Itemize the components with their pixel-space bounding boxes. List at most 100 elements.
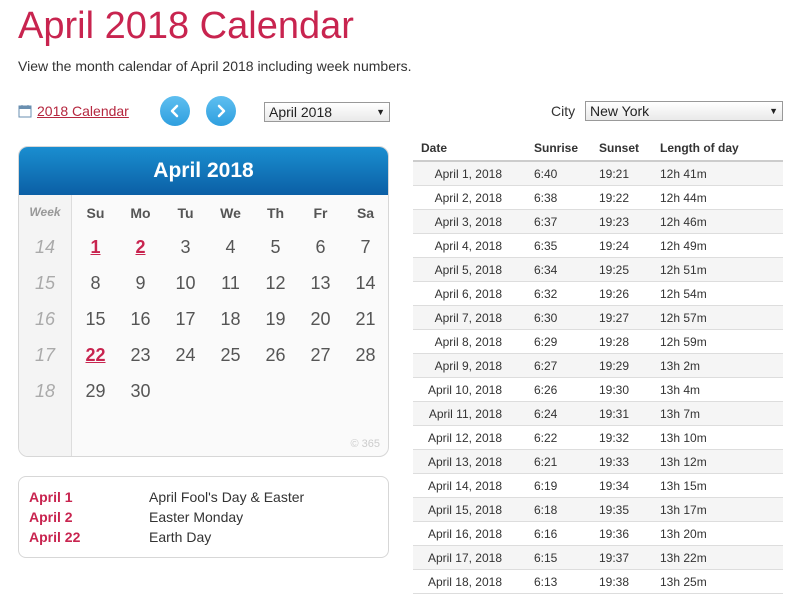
table-row: April 15, 2018 6:18 19:35 13h 17m [413,497,783,522]
day-length-cell: 13h 7m [652,401,783,426]
date-cell: April 5, 2018 [413,257,526,282]
holiday-item: April 2 Easter Monday [29,509,243,525]
year-calendar-link[interactable]: 2018 Calendar [37,103,129,119]
table-row: April 7, 2018 6:30 19:27 12h 57m [413,305,783,330]
table-header-row: Date Sunrise Sunset Length of day [413,136,783,162]
day-cell: 24 [175,345,196,365]
table-row: April 3, 2018 6:37 19:23 12h 46m [413,209,783,234]
day-cell: 16 [130,309,151,329]
sunset-cell: 19:25 [591,257,652,282]
weekday-header: Su [86,205,105,221]
day-length-cell: 13h 15m [652,473,783,498]
sunrise-cell: 6:21 [526,449,591,474]
day-cell: 14 [355,273,376,293]
holiday-name: Easter Monday [149,509,244,525]
day-cell: 6 [315,237,326,257]
day-length-cell: 12h 51m [652,257,783,282]
column-header-sunset: Sunset [591,136,652,162]
date-cell: April 1, 2018 [413,161,526,186]
day-length-cell: 12h 41m [652,161,783,186]
calendar-title: April 2018 [19,147,388,195]
sunset-cell: 19:30 [591,377,652,402]
day-cell: 29 [85,381,106,401]
day-cell: 30 [130,381,151,401]
date-cell: April 2, 2018 [413,185,526,210]
day-cell: 21 [355,309,376,329]
week-header: Week [29,205,61,219]
day-length-cell: 12h 44m [652,185,783,210]
calendar-link-group[interactable]: 2018 Calendar [18,103,129,119]
sunrise-cell: 6:37 [526,209,591,234]
page-title: April 2018 Calendar [18,5,354,47]
sunrise-cell: 6:22 [526,425,591,450]
date-cell: April 15, 2018 [413,497,526,522]
next-month-button[interactable] [206,96,236,126]
sunrise-cell: 6:29 [526,329,591,354]
weekday-header: We [220,205,241,221]
day-length-cell: 13h 2m [652,353,783,378]
holiday-list: April 1 April Fool's Day & Easter April … [18,476,389,558]
sunrise-cell: 6:16 [526,521,591,546]
previous-month-button[interactable] [160,96,190,126]
sunrise-sunset-table: Date Sunrise Sunset Length of day April … [413,136,783,594]
date-cell: April 3, 2018 [413,209,526,234]
day-cell: 26 [265,345,286,365]
sunrise-cell: 6:40 [526,161,591,186]
date-cell: April 16, 2018 [413,521,526,546]
sunrise-cell: 6:13 [526,569,591,594]
holiday-item: April 1 April Fool's Day & Easter [29,489,304,505]
date-cell: April 14, 2018 [413,473,526,498]
day-cell: 18 [220,309,241,329]
sunrise-cell: 6:24 [526,401,591,426]
date-cell: April 9, 2018 [413,353,526,378]
city-select[interactable]: New York ▼ [585,101,783,121]
week-number: 14 [34,237,56,257]
month-select-value: April 2018 [269,104,333,120]
sunrise-cell: 6:38 [526,185,591,210]
day-cell: 15 [85,309,106,329]
table-row: April 9, 2018 6:27 19:29 13h 2m [413,353,783,378]
date-cell: April 12, 2018 [413,425,526,450]
table-row: April 8, 2018 6:29 19:28 12h 59m [413,329,783,354]
day-length-cell: 13h 20m [652,521,783,546]
sunset-cell: 19:38 [591,569,652,594]
table-body: April 1, 2018 6:40 19:21 12h 41m April 2, 20… [413,161,783,594]
holiday-day-cell[interactable]: 22 [73,345,118,366]
column-header-date: Date [413,136,526,162]
day-cell: 4 [225,237,236,257]
day-length-cell: 12h 54m [652,281,783,306]
table-row: April 13, 2018 6:21 19:33 13h 12m [413,449,783,474]
day-cell: 27 [310,345,331,365]
sunrise-cell: 6:18 [526,497,591,522]
sunset-cell: 19:21 [591,161,652,186]
table-row: April 2, 2018 6:38 19:22 12h 44m [413,185,783,210]
day-length-cell: 13h 10m [652,425,783,450]
weekday-header: Mo [130,205,151,221]
chevron-left-icon [170,104,179,118]
sunset-cell: 19:27 [591,305,652,330]
weekday-header: Tu [177,205,194,221]
chevron-right-icon [217,104,226,118]
sunset-cell: 19:37 [591,545,652,570]
month-select[interactable]: April 2018 ▼ [264,102,390,122]
day-length-cell: 13h 22m [652,545,783,570]
day-length-cell: 12h 59m [652,329,783,354]
calendar-icon [18,105,32,118]
sunrise-cell: 6:15 [526,545,591,570]
holiday-day-cell[interactable]: 1 [73,237,118,258]
sunset-cell: 19:33 [591,449,652,474]
holiday-date: April 1 [29,489,73,505]
month-calendar: April 2018 Week Su Mo Tu We Th Fr Sa 14 1 2 3 4 5 6 7 15… [18,146,389,457]
day-cell: 13 [310,273,331,293]
day-length-cell: 12h 49m [652,233,783,258]
sunset-cell: 19:31 [591,401,652,426]
sunset-cell: 19:29 [591,353,652,378]
sunset-cell: 19:34 [591,473,652,498]
chevron-down-icon: ▼ [769,106,778,116]
column-header-length: Length of day [652,136,783,162]
chevron-down-icon: ▼ [376,107,385,117]
holiday-day-cell[interactable]: 2 [118,237,163,258]
sunrise-cell: 6:26 [526,377,591,402]
day-cell: 19 [265,309,286,329]
table-row: April 5, 2018 6:34 19:25 12h 51m [413,257,783,282]
